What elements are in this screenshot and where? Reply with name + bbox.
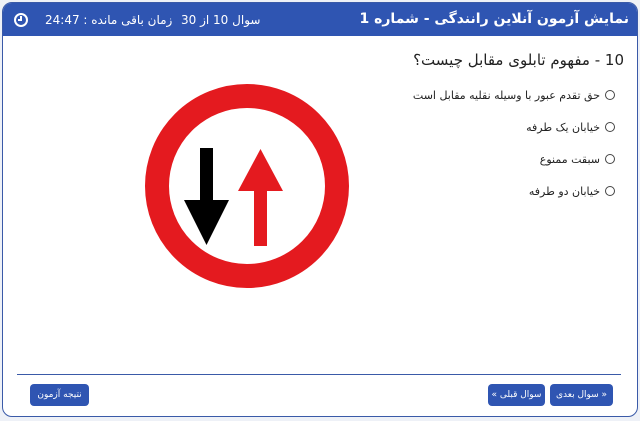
answer-options: حق تقدم عبور با وسیله نقلیه مقابل است خی… bbox=[413, 87, 615, 215]
option-1-radio[interactable] bbox=[605, 90, 615, 100]
option-1[interactable]: حق تقدم عبور با وسیله نقلیه مقابل است bbox=[413, 87, 615, 103]
question-text: 10 - مفهوم تابلوی مقابل چیست؟ bbox=[413, 51, 624, 69]
option-3[interactable]: سبقت ممنوع bbox=[413, 151, 615, 167]
exam-result-button[interactable]: نتیجه آزمون bbox=[30, 384, 89, 406]
option-2-label[interactable]: خیابان یک طرفه bbox=[526, 121, 600, 134]
option-2-radio[interactable] bbox=[605, 122, 615, 132]
option-2[interactable]: خیابان یک طرفه bbox=[413, 119, 615, 135]
page-title: نمایش آزمون آنلاین رانندگی - شماره 1 bbox=[359, 11, 629, 27]
option-3-label[interactable]: سبقت ممنوع bbox=[540, 153, 600, 166]
quiz-panel: نمایش آزمون آنلاین رانندگی - شماره 1 سوا… bbox=[2, 2, 638, 417]
priority-to-oncoming-traffic-sign-icon bbox=[145, 84, 349, 288]
header-bar: نمایش آزمون آنلاین رانندگی - شماره 1 سوا… bbox=[3, 3, 637, 36]
option-4-radio[interactable] bbox=[605, 186, 615, 196]
clock-icon bbox=[14, 13, 28, 27]
option-4[interactable]: خیابان دو طرفه bbox=[413, 183, 615, 199]
option-1-label[interactable]: حق تقدم عبور با وسیله نقلیه مقابل است bbox=[413, 89, 600, 102]
option-3-radio[interactable] bbox=[605, 154, 615, 164]
previous-question-button[interactable]: سوال قبلی » bbox=[488, 384, 545, 406]
question-counter: سوال 10 از 30 bbox=[181, 13, 261, 27]
option-4-label[interactable]: خیابان دو طرفه bbox=[529, 185, 600, 198]
remaining-time: زمان باقی مانده : 24:47 bbox=[45, 13, 173, 27]
footer-divider bbox=[17, 374, 621, 375]
next-question-button[interactable]: « سوال بعدی bbox=[550, 384, 613, 406]
